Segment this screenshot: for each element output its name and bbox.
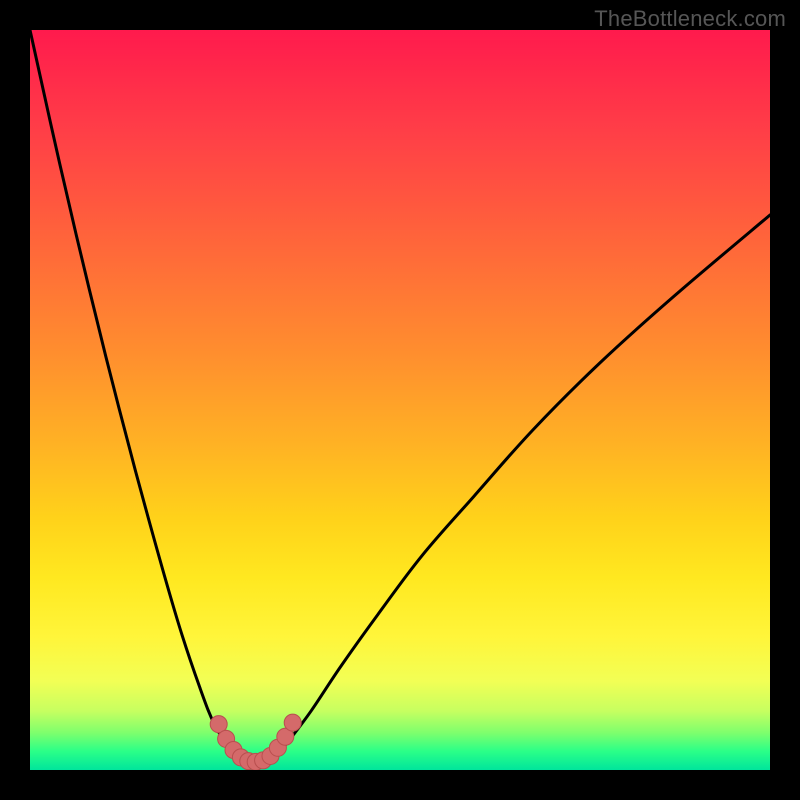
curve-layer: [30, 30, 770, 770]
plot-area: [30, 30, 770, 770]
watermark-text: TheBottleneck.com: [594, 6, 786, 32]
curve-right-branch: [274, 215, 770, 759]
curve-left-branch: [30, 30, 241, 759]
bottom-marker-group: [210, 714, 301, 770]
chart-frame: TheBottleneck.com: [0, 0, 800, 800]
marker-dot: [284, 714, 301, 731]
